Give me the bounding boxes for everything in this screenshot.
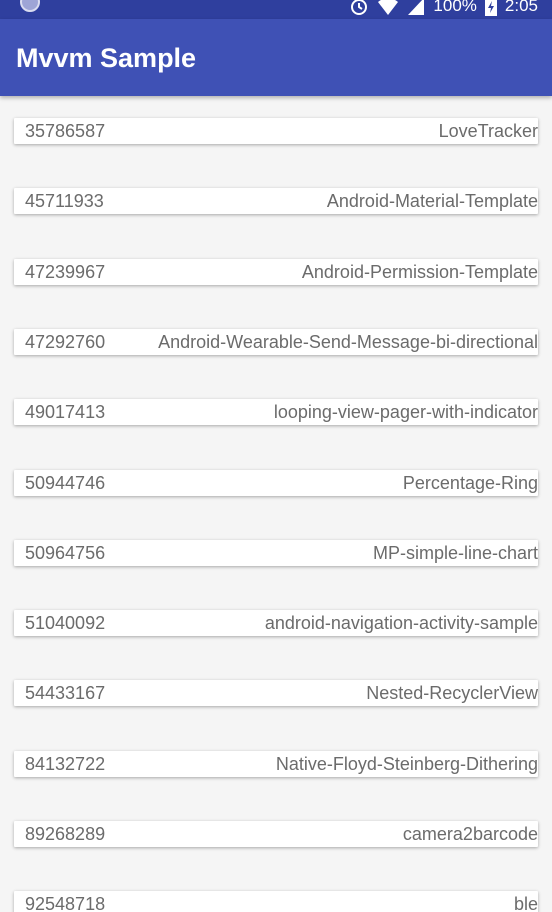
wifi-icon <box>377 0 399 16</box>
repo-id: 84132722 <box>25 754 106 774</box>
list-item[interactable]: 50964756 MP-simple-line-chart <box>14 540 538 566</box>
alarm-icon <box>349 0 369 16</box>
status-time: 2:05 <box>504 0 538 15</box>
repo-id: 45711933 <box>25 191 104 211</box>
battery-icon <box>484 0 497 16</box>
repo-name: android-navigation-activity-sample <box>264 613 538 633</box>
list-item[interactable]: 89268289 camera2barcode <box>14 821 538 847</box>
battery-percent: 100% <box>433 0 477 15</box>
status-bar: 100% 2:05 <box>0 0 552 19</box>
list-item[interactable]: 47292760 Android-Wearable-Send-Message-bi… <box>14 329 538 355</box>
list-item[interactable]: 45711933 Android-Material-Template <box>14 188 538 214</box>
list-item[interactable]: 49017413 looping-view-pager-with-indicato… <box>14 399 538 425</box>
list-item[interactable]: 84132722 Native-Floyd-Steinberg-Dithering <box>14 751 538 777</box>
repo-id: 47292760 <box>25 332 106 352</box>
repo-id: 35786587 <box>25 121 106 141</box>
repo-id: 92548718 <box>25 894 106 912</box>
repo-name: MP-simple-line-chart <box>372 543 538 563</box>
repo-name: LoveTracker <box>438 121 538 141</box>
repo-name: Android-Wearable-Send-Message-bi-directi… <box>158 332 538 352</box>
repo-name: Native-Floyd-Steinberg-Dithering <box>275 754 538 774</box>
repo-id: 50944746 <box>25 473 106 493</box>
notification-icon <box>20 0 40 12</box>
list-item[interactable]: 50944746 Percentage-Ring <box>14 470 538 496</box>
repo-name: camera2barcode <box>402 824 538 844</box>
list-item[interactable]: 92548718 ble <box>14 891 538 912</box>
repo-name: Android-Material-Template <box>326 191 538 211</box>
repo-id: 47239967 <box>25 262 106 282</box>
repo-id: 54433167 <box>25 683 106 703</box>
list-item[interactable]: 54433167 Nested-RecyclerView <box>14 680 538 706</box>
list-item[interactable]: 35786587 LoveTracker <box>14 118 538 144</box>
repo-id: 50964756 <box>25 543 106 563</box>
list-item[interactable]: 47239967 Android-Permission-Template <box>14 259 538 285</box>
repo-list[interactable]: 35786587 LoveTracker 45711933 Android-Mater… <box>0 96 552 912</box>
repo-id: 49017413 <box>25 402 106 422</box>
repo-name: Android-Permission-Template <box>301 262 538 282</box>
repo-name: Nested-RecyclerView <box>366 683 538 703</box>
cell-signal-icon <box>407 0 425 16</box>
status-icons: 100% 2:05 <box>349 0 538 17</box>
repo-name: ble <box>513 894 538 912</box>
list-item[interactable]: 51040092 android-navigation-activity-samp… <box>14 610 538 636</box>
app-title: Mvvm Sample <box>16 43 197 73</box>
repo-id: 89268289 <box>25 824 106 844</box>
repo-name: Percentage-Ring <box>402 473 538 493</box>
repo-name: looping-view-pager-with-indicator <box>273 402 538 422</box>
app-bar: Mvvm Sample <box>0 19 552 96</box>
repo-id: 51040092 <box>25 613 106 633</box>
